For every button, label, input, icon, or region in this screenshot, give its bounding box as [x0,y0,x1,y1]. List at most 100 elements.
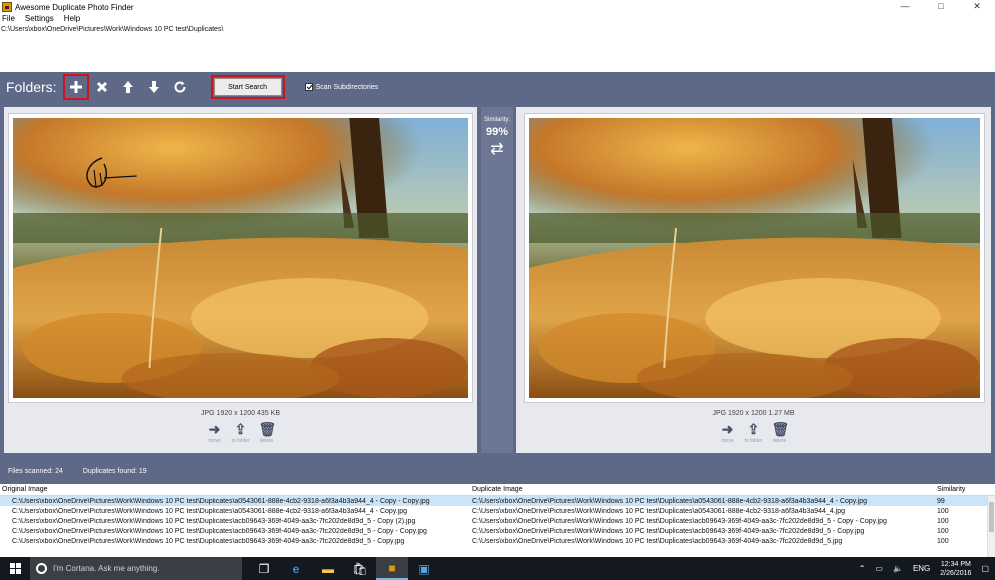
file-explorer-button[interactable]: ▬ [312,557,344,580]
row-similarity: 100 [937,527,949,535]
duplicate-to-folder-label: to folder [744,438,763,444]
start-search-button[interactable]: Start Search [213,78,282,96]
scan-subdirectories-option[interactable]: Scan Subdirectories [304,83,378,91]
duplicate-to-folder-button[interactable]: ⇪ to folder [744,421,764,444]
original-delete-button[interactable]: 🗑 delete [257,421,277,444]
autumn-leaves-photo [529,118,980,398]
row-original: C:\Users\xbox\OneDrive\Pictures\Work\Win… [12,507,408,515]
scan-subdirectories-checkbox[interactable] [304,83,313,91]
arrow-up-icon [122,81,133,93]
column-similarity[interactable]: Similarity [935,486,985,493]
cortana-search[interactable]: I'm Cortana. Ask me anything. [30,557,242,580]
action-center-icon[interactable]: ▢ [981,564,989,573]
row-duplicate: C:\Users\xbox\OneDrive\Pictures\Work\Win… [472,517,887,525]
table-row[interactable]: C:\Users\xbox\OneDrive\Pictures\Work\Win… [0,506,995,516]
table-row[interactable]: C:\Users\xbox\OneDrive\Pictures\Work\Win… [0,496,995,506]
scrollbar-thumb[interactable] [989,502,994,532]
app-taskbar-icon: ■ [388,560,396,575]
row-duplicate: C:\Users\xbox\OneDrive\Pictures\Work\Win… [472,497,868,505]
window-title: Awesome Duplicate Photo Finder [15,2,134,12]
task-view-button[interactable]: ❐ [248,557,280,580]
original-image-frame [8,113,473,403]
start-search-button-highlight: Start Search [210,75,285,99]
duplicate-file-info: JPG 1920 x 1200 1.27 MB [712,410,795,417]
language-indicator[interactable]: ENG [913,564,930,573]
table-row[interactable]: C:\Users\xbox\OneDrive\Pictures\Work\Win… [0,526,995,536]
row-duplicate: C:\Users\xbox\OneDrive\Pictures\Work\Win… [472,507,846,515]
folder-icon: ▬ [322,561,334,576]
results-table: Original Image Duplicate Image Similarit… [0,484,995,557]
folder-path[interactable]: C:\Users\xbox\OneDrive\Pictures\Work\Win… [0,26,223,36]
volume-icon[interactable]: 🔈 [893,564,903,573]
window-controls: — □ ✕ [887,0,995,14]
results-scrollbar[interactable] [987,496,995,557]
add-folder-button[interactable] [62,74,89,100]
move-up-button[interactable] [117,76,139,98]
edge-button[interactable]: e [280,557,312,580]
move-down-button[interactable] [143,76,165,98]
refresh-icon [174,81,186,93]
table-row[interactable]: C:\Users\xbox\OneDrive\Pictures\Work\Win… [0,516,995,526]
taskbar: I'm Cortana. Ask me anything. ❐ e ▬ 🛍 ■ … [0,557,995,580]
reset-button[interactable] [169,76,191,98]
store-button[interactable]: 🛍 [344,557,376,580]
cortana-placeholder: I'm Cortana. Ask me anything. [53,564,160,573]
original-move-button[interactable]: ➜ move [205,421,225,444]
duplicates-found: Duplicates found: 19 [82,468,147,475]
photos-button[interactable]: ▣ [408,557,440,580]
close-icon [96,81,107,93]
status-bar: Files scanned: 24 Duplicates found: 19 [0,459,995,484]
column-original-image[interactable]: Original Image [0,486,470,493]
trash-icon: 🗑 [258,421,277,437]
menu-bar: File Settings Help [0,14,80,25]
task-view-icon: ❐ [258,561,270,576]
edge-icon: e [292,561,300,576]
swap-button[interactable]: ⇄ [481,142,513,158]
arrow-down-icon [148,81,159,93]
original-file-actions: ➜ move ⇪ to folder 🗑 delete [4,421,477,444]
menu-help[interactable]: Help [64,14,80,25]
comparison-area: JPG 1920 x 1200 435 KB ➜ move ⇪ to folde… [0,102,995,459]
clock-time: 12:34 PM [940,560,971,568]
row-original: C:\Users\xbox\OneDrive\Pictures\Work\Win… [12,537,405,545]
row-original: C:\Users\xbox\OneDrive\Pictures\Work\Win… [12,497,430,505]
original-to-folder-button[interactable]: ⇪ to folder [231,421,251,444]
system-tray: ⌃ ▭ 🔈 ENG 12:34 PM 2/26/2016 ▢ [859,557,989,580]
duplicate-image-frame [524,113,985,403]
duplicate-finder-taskbar-button[interactable]: ■ [376,557,408,580]
arrow-right-icon: ➜ [721,421,734,437]
duplicate-file-actions: ➜ move ⇪ to folder 🗑 delete [516,421,991,444]
row-similarity: 99 [937,497,945,505]
menu-settings[interactable]: Settings [25,14,54,25]
cortana-icon [36,563,47,574]
close-button[interactable]: ✕ [959,0,995,14]
duplicate-move-button[interactable]: ➜ move [718,421,738,444]
menu-file[interactable]: File [2,14,15,25]
swap-icon: ⇄ [490,141,504,158]
original-to-folder-label: to folder [231,438,250,444]
chevron-up-icon[interactable]: ⌃ [859,564,866,573]
folders-label: Folders: [6,79,57,95]
windows-icon [9,563,21,574]
similarity-label: Similarity: [483,117,510,123]
upload-icon: ⇪ [234,421,247,437]
remove-folder-button[interactable] [91,76,113,98]
table-row[interactable]: C:\Users\xbox\OneDrive\Pictures\Work\Win… [0,536,995,546]
original-file-info: JPG 1920 x 1200 435 KB [201,410,280,417]
plus-icon [69,81,82,93]
notification-icon[interactable]: ▭ [875,564,883,573]
files-scanned: Files scanned: 24 [8,468,63,475]
start-button[interactable] [0,557,30,580]
duplicate-image-panel: JPG 1920 x 1200 1.27 MB ➜ move ⇪ to fold… [516,107,991,453]
row-similarity: 100 [937,517,949,525]
clock[interactable]: 12:34 PM 2/26/2016 [940,560,971,578]
minimize-button[interactable]: — [887,0,923,14]
maximize-button[interactable]: □ [923,0,959,14]
results-header: Original Image Duplicate Image Similarit… [0,484,995,496]
row-duplicate: C:\Users\xbox\OneDrive\Pictures\Work\Win… [472,527,865,535]
column-duplicate-image[interactable]: Duplicate Image [470,486,935,493]
row-similarity: 100 [937,507,949,515]
similarity-value: 99% [485,126,509,138]
duplicate-delete-label: delete [772,438,787,444]
duplicate-delete-button[interactable]: 🗑 delete [770,421,790,444]
